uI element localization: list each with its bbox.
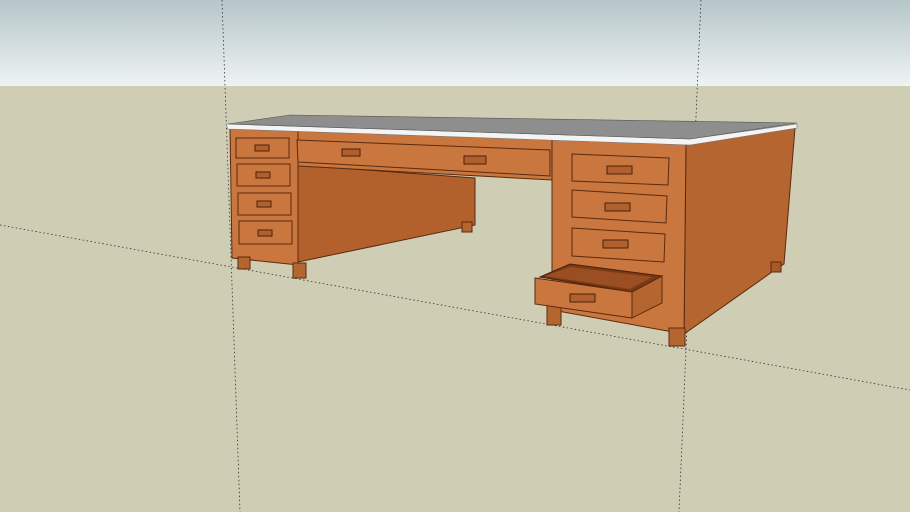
leg [770,261,782,273]
right-drawers [571,153,670,263]
leg [237,256,251,270]
leg [292,262,307,279]
leg [668,327,686,347]
3d-viewport[interactable] [0,0,910,512]
leg [461,221,473,233]
sky [0,0,910,86]
leg [546,304,562,326]
